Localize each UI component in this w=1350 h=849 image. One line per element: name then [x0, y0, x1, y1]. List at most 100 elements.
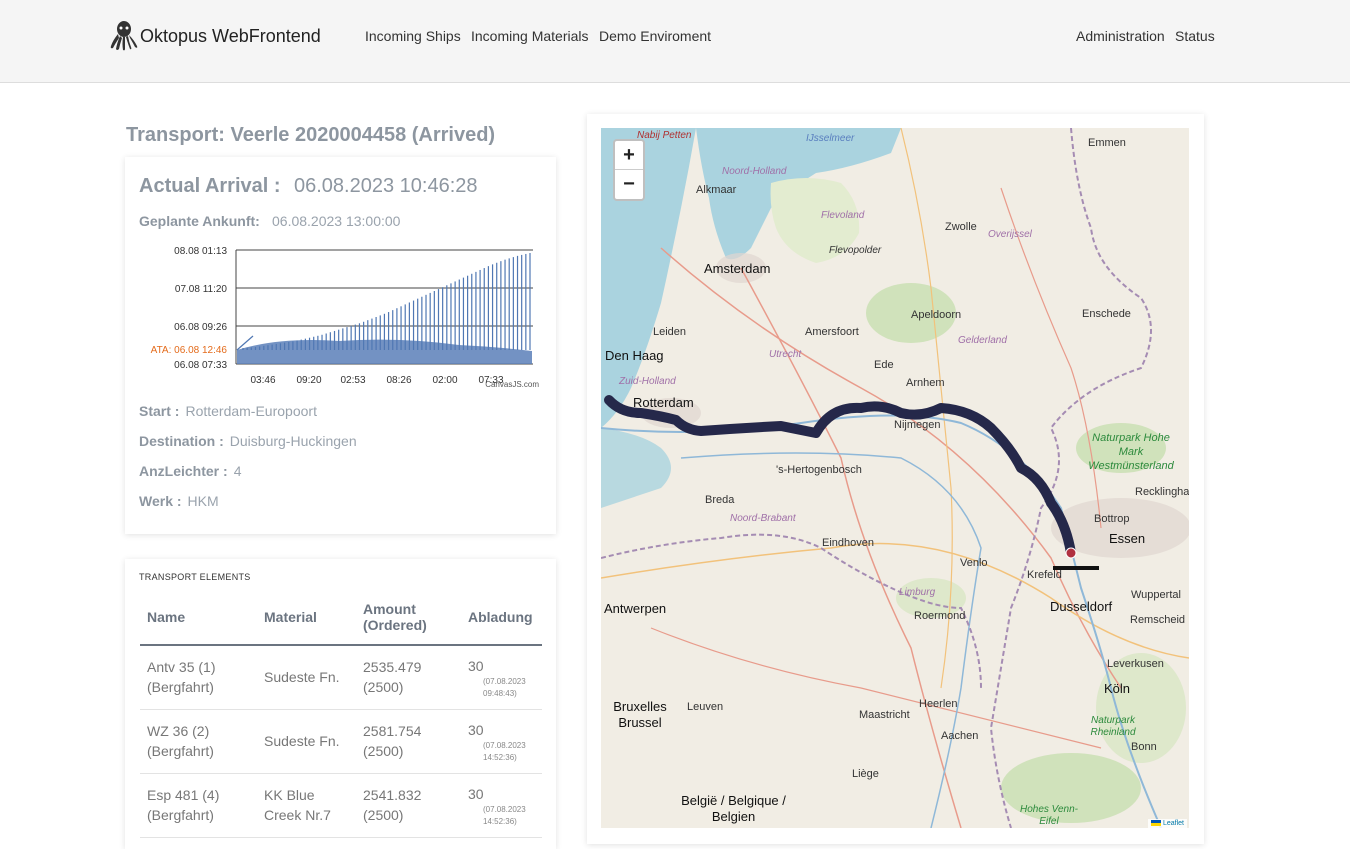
map-label: 's-Hertogenbosch: [776, 464, 862, 476]
map-label: Eindhoven: [822, 537, 874, 549]
road: [650, 627, 1102, 749]
y-tick-label: 08.08 01:13: [174, 246, 227, 257]
map-label: Zwolle: [945, 221, 977, 233]
map-label: Enschede: [1082, 308, 1131, 320]
y-tick-label: 06.08 09:26: [174, 322, 227, 333]
map-label: Arnhem: [906, 377, 945, 389]
navbar: Oktopus WebFrontend Incoming Ships Incom…: [0, 0, 1350, 83]
start-label: Start :: [139, 403, 180, 419]
map-attribution[interactable]: Leaflet: [1148, 819, 1187, 828]
map-label: Naturpark Hohe Mark Westmünsterland: [1088, 432, 1174, 472]
octopus-logo-icon: [110, 21, 138, 51]
attribution-link[interactable]: Leaflet: [1163, 820, 1184, 827]
map-label: Roermond: [914, 610, 966, 622]
column-header-name[interactable]: Name: [140, 589, 257, 646]
flag-icon: [1151, 820, 1162, 827]
planned-arrival-value: 06.08.2023 13:00:00: [272, 213, 401, 229]
map-label: België / Belgique / Belgien: [681, 793, 786, 824]
river-maas: [680, 452, 982, 828]
transport-elements-card: TRANSPORT ELEMENTS Name Material Amount …: [125, 559, 556, 849]
map-label: Recklinghause: [1135, 486, 1189, 498]
map-label: Den Haag: [605, 348, 664, 363]
cell-material: KK Blue Creek Nr.7: [257, 773, 356, 838]
map-label: Leiden: [653, 326, 687, 338]
map-label: Bottrop: [1094, 513, 1130, 525]
x-tick-label: 02:00: [432, 375, 457, 386]
cell-amount: 2581.754 (2500): [356, 709, 461, 774]
zoom-in-button[interactable]: +: [615, 141, 643, 170]
map-label: Amersfoort: [805, 326, 859, 338]
nav-administration[interactable]: Administration: [1076, 28, 1165, 44]
nav-demo-environment[interactable]: Demo Enviroment: [599, 28, 711, 44]
nav-incoming-ships[interactable]: Incoming Ships: [365, 28, 461, 44]
transport-elements-table: Name Material Amount (Ordered) Abladung …: [140, 589, 542, 838]
transport-title: Transport: Veerle 2020004458 (Arrived): [126, 124, 496, 146]
map-label: Zuid-Holland: [619, 376, 676, 387]
map-label: Naturpark Rheinland: [1090, 715, 1136, 738]
map-label: IJsselmeer: [806, 133, 855, 144]
map-label: Emmen: [1088, 137, 1126, 149]
map-label: Köln: [1104, 681, 1131, 696]
map-label: Flevoland: [821, 210, 865, 221]
map-label: Venlo: [960, 557, 988, 569]
abladung-value: 30: [468, 658, 484, 674]
chart-bars: [236, 253, 532, 364]
cell-name: WZ 36 (2) (Bergfahrt): [140, 709, 257, 774]
map-label: Remscheid: [1130, 614, 1186, 626]
nav-incoming-materials[interactable]: Incoming Materials: [471, 28, 589, 44]
abladung-date: (07.08.2023 14:52:36): [483, 740, 526, 762]
map-label: Wuppertal: [1131, 589, 1181, 601]
cell-name: Antv 35 (1) (Bergfahrt): [140, 645, 257, 710]
werk-row: Werk : HKM: [139, 493, 219, 509]
map-label: Nijmegen: [894, 419, 941, 431]
map-label: Leverkusen: [1107, 658, 1164, 670]
column-header-amount[interactable]: Amount (Ordered): [356, 589, 461, 646]
nav-status[interactable]: Status: [1175, 28, 1215, 44]
map-label: Apeldoorn: [911, 309, 962, 321]
cell-amount: 2535.479 (2500): [356, 645, 461, 710]
destination-marker[interactable]: [1065, 547, 1077, 559]
brand[interactable]: Oktopus WebFrontend: [109, 20, 321, 52]
map-label: Noord-Holland: [722, 166, 787, 177]
map-label: Utrecht: [769, 349, 802, 360]
x-tick-label: 02:53: [340, 375, 365, 386]
map-label: Bruxelles Brussel: [613, 699, 667, 730]
table-row[interactable]: Esp 481 (4) (Bergfahrt) KK Blue Creek Nr…: [140, 773, 542, 838]
destination-row: Destination : Duisburg-Huckingen: [139, 433, 357, 449]
anzleichter-label: AnzLeichter :: [139, 463, 228, 479]
cell-abladung: 30 (07.08.2023 14:52:36): [461, 773, 542, 838]
chart-credit[interactable]: CanvasJS.com: [485, 380, 539, 389]
table-row[interactable]: WZ 36 (2) (Bergfahrt) Sudeste Fn. 2581.7…: [140, 709, 542, 774]
cell-material: Sudeste Fn.: [257, 645, 356, 710]
x-tick-label: 08:26: [386, 375, 411, 386]
transport-elements-title: TRANSPORT ELEMENTS: [139, 572, 251, 582]
column-header-abladung[interactable]: Abladung: [461, 589, 542, 646]
zoom-control: + −: [613, 139, 645, 201]
ship-route: [604, 395, 1076, 558]
zoom-out-button[interactable]: −: [615, 170, 643, 199]
brand-name: Oktopus WebFrontend: [140, 25, 321, 46]
route-map[interactable]: Nabij Petten IJsselmeer Emmen Noord-Holl…: [601, 128, 1189, 828]
map-label: Ede: [874, 359, 894, 371]
map-label: Heerlen: [919, 698, 958, 710]
abladung-date: (07.08.2023 09:48:43): [483, 677, 526, 698]
anzleichter-row: AnzLeichter : 4: [139, 463, 241, 479]
map-label: Flevopolder: [829, 245, 882, 256]
map-label: Gelderland: [958, 335, 1007, 346]
map-label: Liège: [852, 768, 879, 780]
map-label: Leuven: [687, 701, 724, 713]
actual-arrival-label: Actual Arrival :: [139, 175, 281, 197]
map-label: Aachen: [941, 730, 979, 742]
map-label: Bonn: [1131, 741, 1157, 753]
map-label: Overijssel: [988, 229, 1032, 240]
planned-arrival-label: Geplante Ankunft:: [139, 213, 260, 229]
abladung-value: 30: [468, 721, 484, 738]
abladung-date: (07.08.2023 14:52:36): [483, 804, 526, 826]
table-row[interactable]: Antv 35 (1) (Bergfahrt) Sudeste Fn. 2535…: [140, 645, 542, 710]
map-label: Nabij Petten: [637, 130, 692, 141]
actual-arrival-value: 06.08.2023 10:46:28: [294, 175, 478, 197]
map-label: Dusseldorf: [1050, 599, 1113, 614]
map-label: Hohes Venn-Eifel: [1020, 804, 1078, 827]
column-header-material[interactable]: Material: [257, 589, 356, 646]
werk-label: Werk :: [139, 493, 182, 509]
